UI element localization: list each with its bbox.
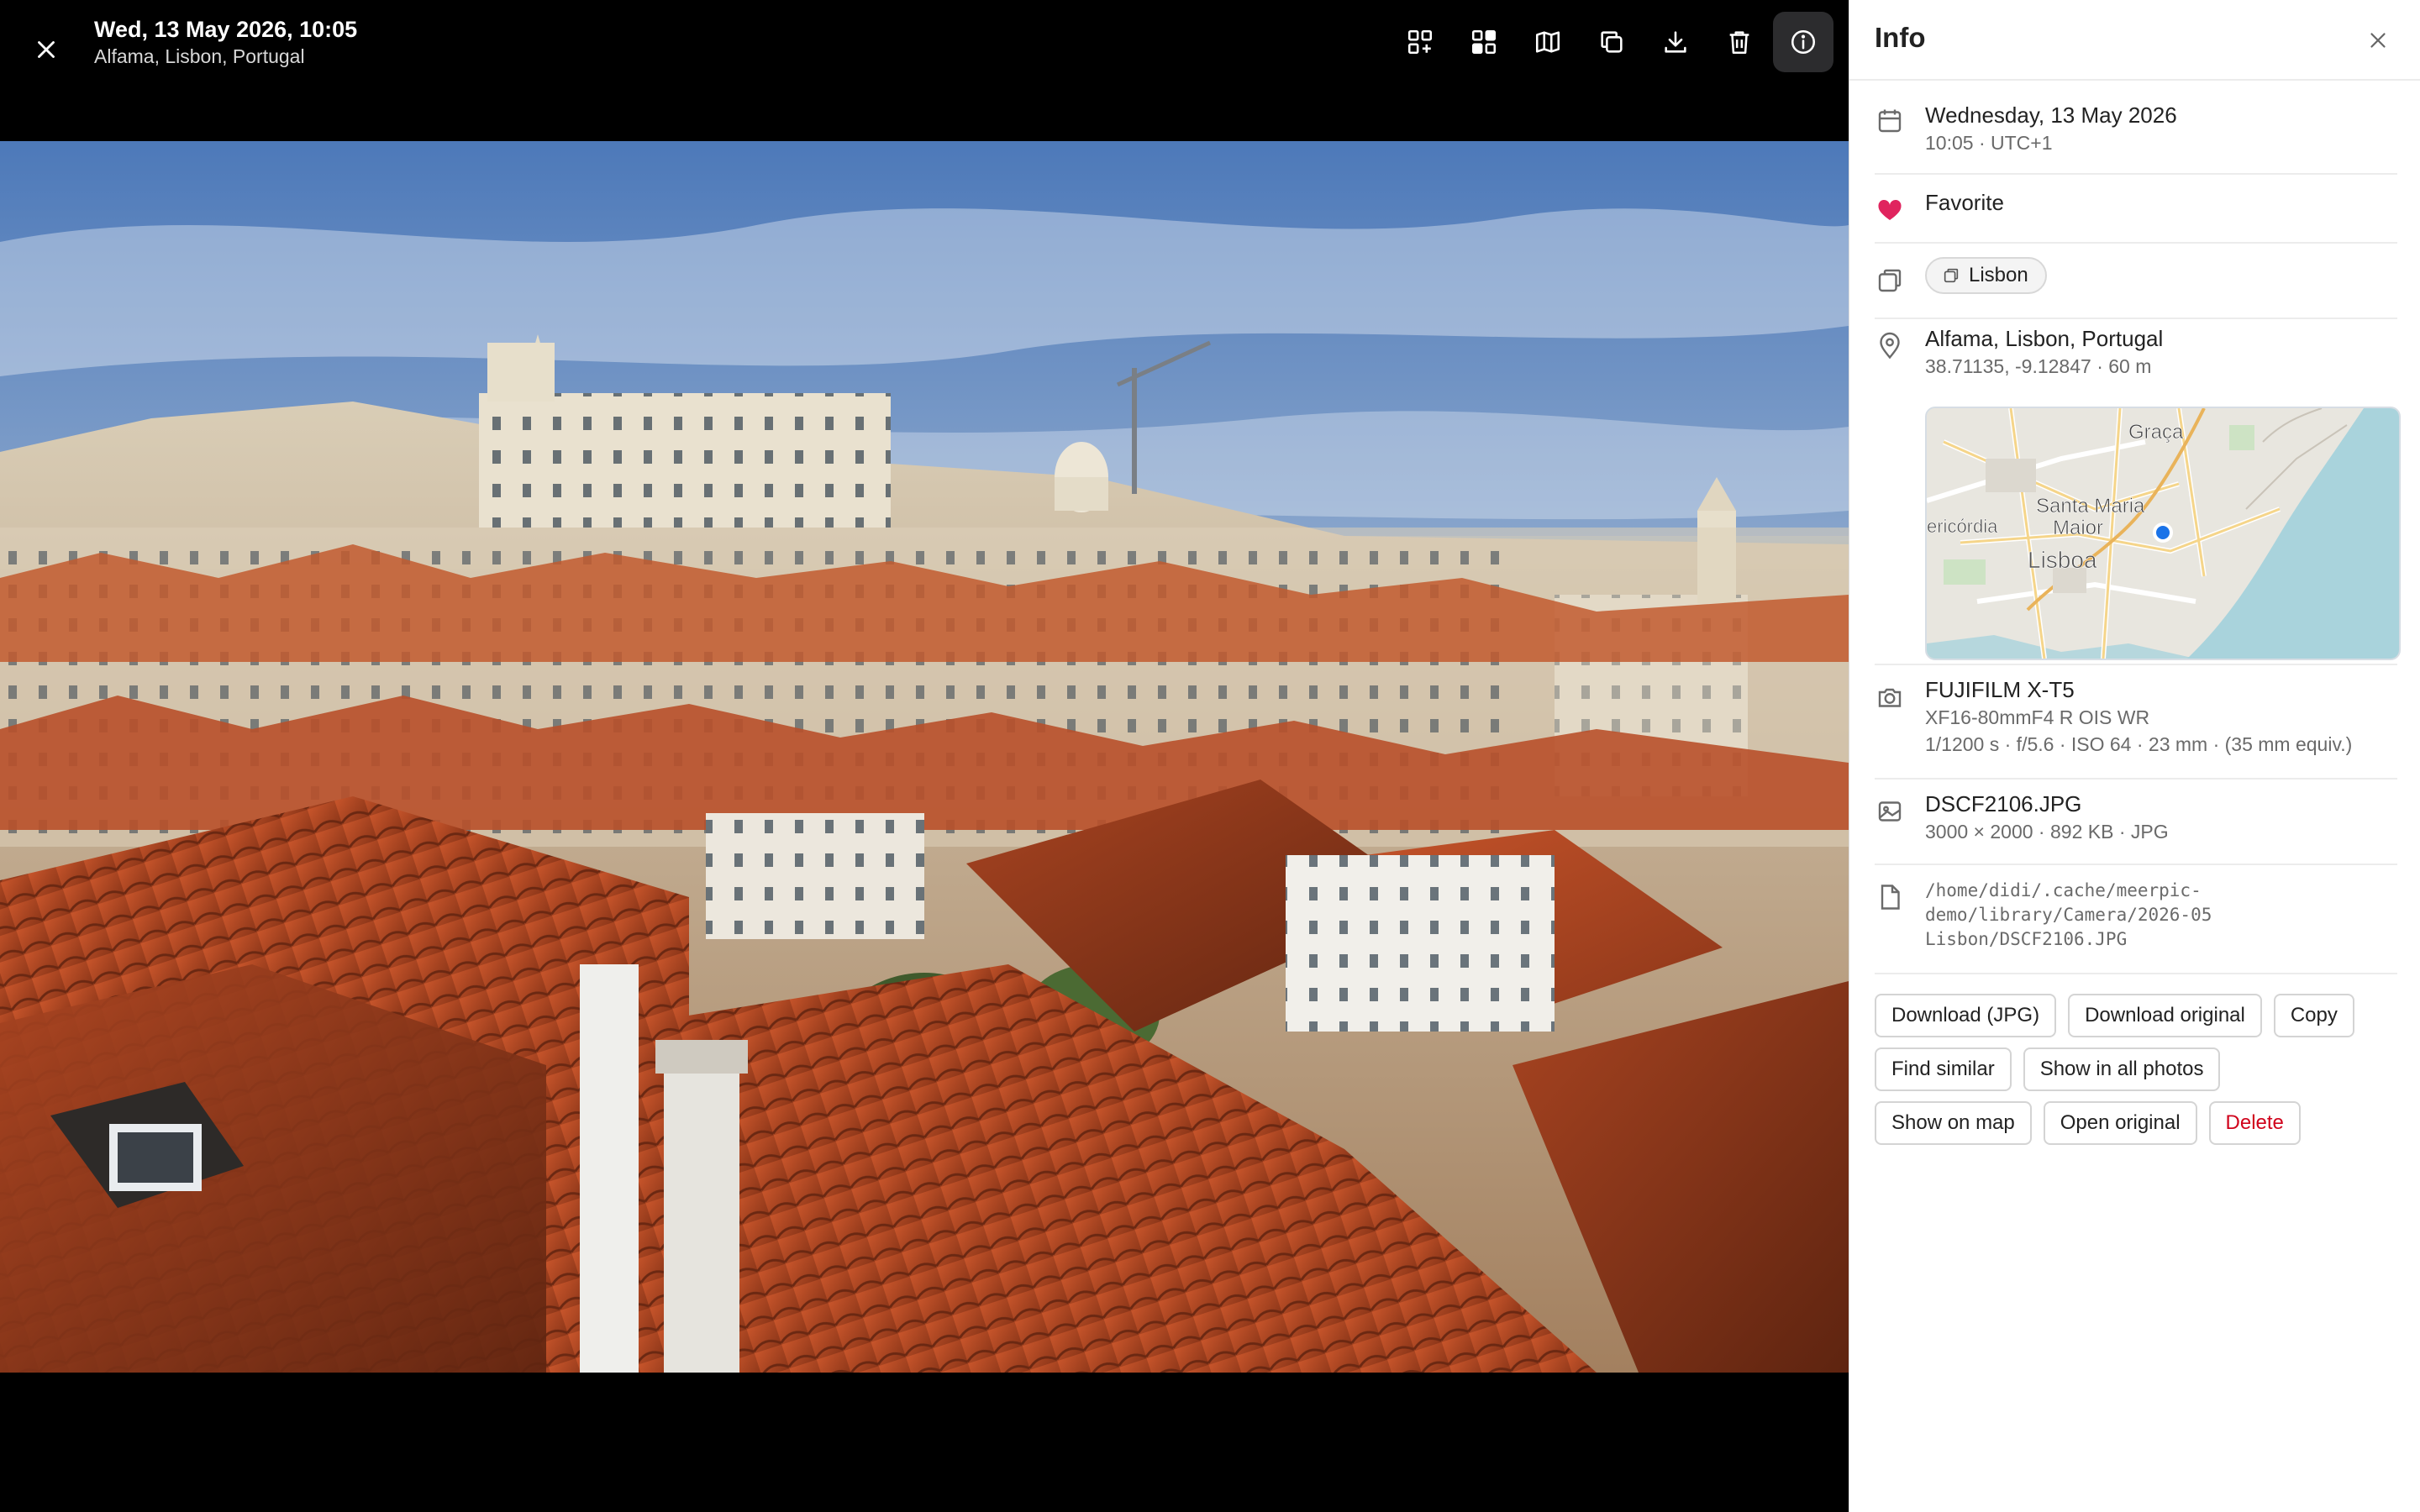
location-pin-icon [1875, 331, 1905, 361]
heart-icon [1875, 195, 1905, 225]
trash-icon [1729, 31, 1749, 55]
select-similar-icon [1407, 29, 1433, 55]
camera-section: FUJIFILM X-T5 XF16-80mmF4 R OIS WR 1/120… [1875, 665, 2397, 780]
open-original-button[interactable]: Open original [2043, 1101, 2197, 1145]
copy-button[interactable]: Copy [2273, 994, 2354, 1037]
file-path-line3: Lisbon/DSCF2106.JPG [1925, 929, 2128, 949]
document-icon [1875, 882, 1905, 912]
map-label-graca: Graça [2128, 421, 2184, 444]
path-section: /home/didi/.cache/meerpic- demo/library/… [1875, 865, 2397, 974]
map-label-lisboa: Lisboa [2028, 547, 2097, 573]
map-tile: Graça Santa Maria Maior ericórdia Lisboa [1927, 408, 2399, 659]
photo-viewer: Wed, 13 May 2026, 10:05 Alfama, Lisbon, … [0, 0, 1849, 1512]
favorite-label: Favorite [1925, 190, 2004, 215]
download-icon [1665, 31, 1686, 53]
photo-title-block: Wed, 13 May 2026, 10:05 Alfama, Lisbon, … [94, 15, 357, 69]
close-viewer-button[interactable] [18, 22, 74, 77]
delete-photo-button[interactable]: Delete [2208, 1101, 2301, 1145]
favorite-section[interactable]: Favorite [1875, 175, 2397, 244]
file-name: DSCF2106.JPG [1925, 791, 2082, 816]
info-button[interactable] [1773, 12, 1833, 72]
info-icon [1791, 29, 1816, 55]
show-on-map-button[interactable]: Show on map [1875, 1101, 2032, 1145]
close-icon [38, 41, 55, 58]
camera-icon [1875, 682, 1905, 712]
map-view-button[interactable] [1518, 12, 1578, 72]
delete-button[interactable] [1709, 12, 1770, 72]
album-icon [1944, 268, 1959, 283]
date-secondary: 10:05 · UTC+1 [1925, 132, 2053, 154]
info-actions: Download (JPG) Download original Copy Fi… [1875, 994, 2404, 1155]
date-primary: Wednesday, 13 May 2026 [1925, 102, 2177, 128]
photo-date-title: Wed, 13 May 2026, 10:05 [94, 17, 358, 42]
lisbon-rooftops-photo [0, 141, 1849, 1373]
location-section: Alfama, Lisbon, Portugal 38.71135, -9.12… [1875, 319, 2401, 665]
album-section: Lisbon [1875, 244, 2397, 319]
map-label-misericordia: ericórdia [1927, 516, 1998, 537]
date-section: Wednesday, 13 May 2026 10:05 · UTC+1 [1875, 79, 2397, 175]
download-button[interactable] [1645, 12, 1706, 72]
close-icon [2370, 33, 2386, 48]
info-panel-title: Info [1875, 22, 1926, 53]
location-coordinates: 38.71135, -9.12847 · 60 m [1925, 355, 2152, 377]
camera-model: FUJIFILM X-T5 [1925, 677, 2075, 702]
map-label-santa-maria: Santa Maria [2036, 495, 2145, 517]
info-panel-header: Info [1849, 0, 2420, 81]
viewer-toolbar [1390, 12, 1833, 72]
info-panel: Info Wednesday, 13 May 2026 10:05 · UTC+… [1849, 0, 2420, 1512]
close-info-panel-button[interactable] [2360, 22, 2396, 59]
download-jpg-button[interactable]: Download (JPG) [1875, 994, 2057, 1037]
duplicate-button[interactable] [1581, 12, 1642, 72]
location-map[interactable]: Graça Santa Maria Maior ericórdia Lisboa [1925, 407, 2401, 660]
calendar-icon [1875, 106, 1905, 136]
find-similar-button[interactable]: Find similar [1875, 1047, 2012, 1091]
show-in-all-photos-button[interactable]: Show in all photos [2023, 1047, 2221, 1091]
download-original-button[interactable]: Download original [2068, 994, 2262, 1037]
image-file-icon [1875, 796, 1905, 827]
map-location-marker [2153, 522, 2173, 543]
album-icon [1875, 265, 1905, 296]
location-primary: Alfama, Lisbon, Portugal [1925, 326, 2164, 351]
camera-lens: XF16-80mmF4 R OIS WR [1925, 706, 2150, 728]
map-icon [1535, 31, 1560, 53]
file-path-line1: /home/didi/.cache/meerpic- [1925, 880, 2202, 900]
album-chip-lisbon[interactable]: Lisbon [1925, 257, 2047, 294]
album-chip-label: Lisbon [1969, 264, 2028, 286]
photo-location-subtitle: Alfama, Lisbon, Portugal [94, 45, 305, 67]
camera-exposure: 1/1200 s · f/5.6 · ISO 64 · 23 mm · (35 … [1925, 733, 2353, 755]
photo-image[interactable] [0, 141, 1849, 1373]
file-section: DSCF2106.JPG 3000 × 2000 · 892 KB · JPG [1875, 780, 2397, 865]
file-details: 3000 × 2000 · 892 KB · JPG [1925, 821, 2169, 843]
viewer-top-bar: Wed, 13 May 2026, 10:05 Alfama, Lisbon, … [0, 0, 1849, 81]
collage-icon [1471, 29, 1497, 55]
file-path-line2: demo/library/Camera/2026-05 [1925, 905, 2212, 925]
map-label-maior: Maior [2053, 517, 2103, 539]
duplicate-icon [1601, 31, 1623, 53]
select-similar-button[interactable] [1390, 12, 1450, 72]
collage-button[interactable] [1454, 12, 1514, 72]
